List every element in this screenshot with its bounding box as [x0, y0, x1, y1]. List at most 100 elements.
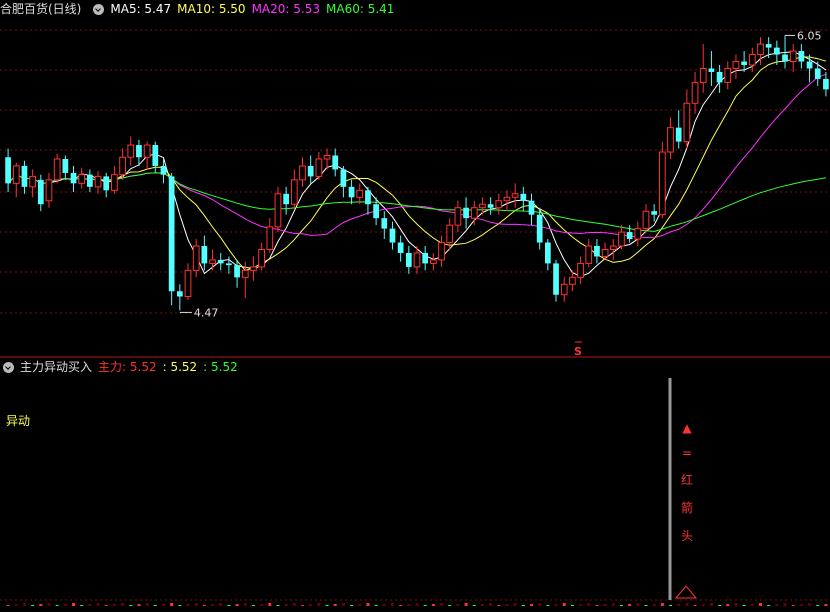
candle-body-up: [503, 196, 511, 202]
indicator-bar: [464, 603, 468, 606]
candle-body-down: [798, 51, 805, 62]
candle-body-down: [201, 246, 208, 264]
indicator-bar: [145, 603, 149, 606]
indicator-bar: [161, 604, 165, 606]
candle-body-up: [560, 283, 568, 296]
candle-body-down: [37, 179, 44, 205]
indicator-bar: [309, 604, 313, 606]
candle-body-up: [53, 158, 61, 181]
candle-body-up: [78, 174, 86, 184]
indicator-bar: [538, 603, 542, 606]
indicator-bar: [31, 605, 35, 606]
candle-body-down: [806, 61, 813, 69]
indicator-bar: [292, 603, 296, 606]
indicator-bar: [709, 603, 713, 606]
indicator-bar: [243, 603, 247, 606]
indicator-bar: [47, 603, 51, 606]
indicator-bar: [227, 605, 231, 606]
indicator-bar: [816, 605, 820, 606]
indicator-bar: [440, 603, 444, 606]
candle-body-down: [553, 263, 559, 295]
candle-body-up: [658, 151, 666, 216]
candle-body-up: [45, 179, 53, 202]
red-arrow-char: 红: [681, 472, 693, 487]
candle-body-down: [422, 252, 429, 264]
candle-body-down: [536, 214, 543, 243]
candle-body-up: [258, 248, 265, 268]
candle-body-up: [241, 269, 249, 278]
candle-body-down: [708, 68, 715, 72]
candle-body-up: [748, 54, 756, 66]
indicator-bar: [211, 604, 215, 606]
indicator-bar: [824, 604, 828, 606]
candle-body-down: [594, 246, 600, 257]
indicator-bar: [513, 603, 517, 606]
ma-line-ma60: [7, 172, 826, 232]
candle-body-up: [12, 165, 20, 184]
indicator-bar: [63, 604, 67, 606]
candle-body-up: [192, 245, 200, 271]
indicator-bar: [734, 603, 738, 606]
high-price-label: 6.05: [797, 29, 822, 42]
red-arrow-char: 箭: [681, 500, 693, 515]
candle-body-down: [307, 165, 314, 177]
candle-body-up: [732, 61, 740, 69]
indicator-bar: [358, 604, 362, 606]
indicator-bar: [415, 603, 419, 606]
indicator-bar: [374, 605, 378, 606]
candle-body-up: [356, 189, 364, 198]
candle-body-down: [234, 265, 240, 278]
candle-body-down: [168, 176, 175, 292]
candle-body-up: [667, 127, 674, 153]
indicator-bar: [284, 604, 288, 606]
indicator-bar: [579, 604, 583, 606]
indicator-bar: [529, 604, 533, 606]
indicator-bar: [742, 605, 746, 606]
indicator-bar: [677, 604, 681, 606]
indicator-bar: [14, 604, 18, 606]
indicator-bar: [186, 604, 190, 606]
candle-body-down: [152, 145, 159, 166]
indicator-bar: [276, 605, 280, 606]
indicator-bar: [808, 603, 812, 606]
candle-body-down: [389, 228, 396, 243]
kline-chart[interactable]: 4.47 6.05 S ▲ = 红箭头: [0, 0, 830, 612]
indicator-bar: [783, 603, 787, 606]
candle-body-down: [675, 127, 682, 142]
candle-body-up: [609, 245, 617, 250]
candle-body-down: [340, 169, 347, 187]
candle-body-down: [765, 44, 772, 48]
candle-body-up: [413, 252, 421, 268]
indicator-bar: [407, 604, 411, 606]
candle-body-down: [773, 47, 780, 55]
candle-body-up: [479, 203, 486, 209]
candle-body-up: [429, 259, 437, 264]
indicator-bar: [251, 605, 255, 606]
indicator-bar: [554, 604, 558, 606]
indicator-bar: [644, 605, 648, 606]
candle-body-up: [585, 245, 593, 264]
candle-body-down: [348, 186, 355, 198]
indicator-bar: [693, 605, 697, 606]
indicator-bar: [619, 605, 623, 606]
candle-body-up: [94, 175, 102, 188]
indicator-bar: [611, 603, 615, 606]
candle-body-down: [741, 61, 747, 65]
indicator-bar: [153, 605, 157, 606]
indicator-bar: [129, 605, 133, 606]
indicator-bar: [497, 605, 501, 606]
indicator-bar: [750, 604, 754, 606]
candle-body-up: [511, 193, 519, 198]
candle-body-up: [691, 81, 699, 104]
candle-body-down: [405, 252, 412, 267]
candle-body-down: [21, 165, 28, 187]
indicator-bar: [562, 603, 566, 606]
candle-body-up: [618, 231, 625, 247]
candle-body-down: [782, 54, 788, 62]
candle-body-up: [250, 266, 257, 271]
indicator-bar: [366, 603, 370, 606]
indicator-bar: [260, 604, 264, 606]
candle-body-up: [29, 175, 36, 188]
indicator-bar: [660, 603, 664, 606]
indicator-bar: [791, 605, 795, 606]
